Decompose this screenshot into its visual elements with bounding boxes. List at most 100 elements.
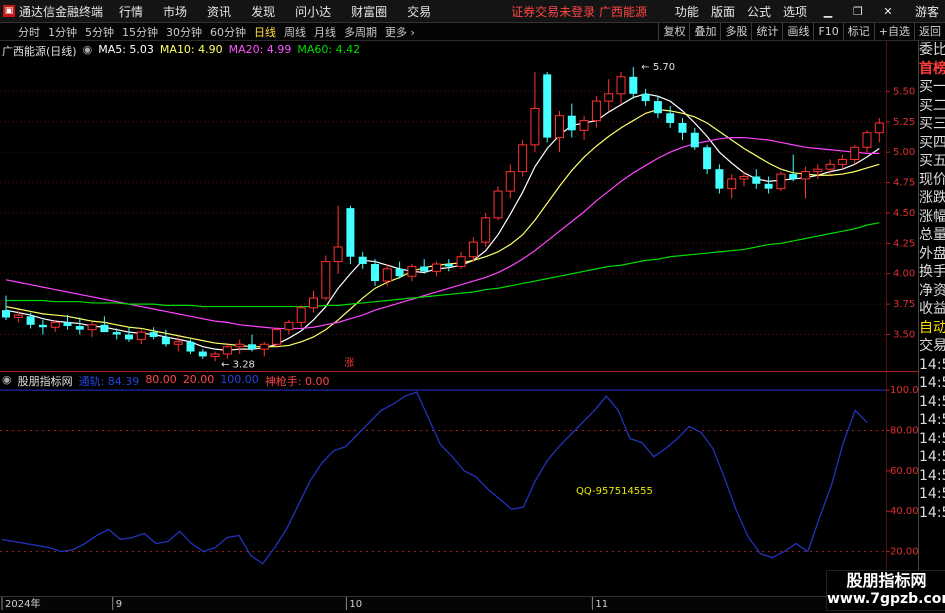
menu-item-3[interactable]: 发现 bbox=[241, 3, 285, 20]
side-panel-item-14[interactable]: 收益 bbox=[919, 300, 945, 319]
site-watermark: 股朋指标网 www.7gpzb.com bbox=[826, 570, 945, 611]
price-axis: 5.50 5.25 5.00 4.75 4.50 4.25 4.00 3.75 3.50 bbox=[885, 41, 918, 371]
candle-body-up bbox=[407, 265, 417, 277]
period-tab-2[interactable]: 5分钟 bbox=[81, 24, 118, 40]
candle-body-down bbox=[38, 324, 47, 328]
period-tab-7[interactable]: 周线 bbox=[280, 24, 310, 40]
side-panel-item-25[interactable]: 14:56 bbox=[919, 504, 945, 523]
menu-item-1[interactable]: 市场 bbox=[153, 3, 197, 20]
candle-body-up bbox=[505, 171, 515, 192]
tool-button-7[interactable]: +自选 bbox=[873, 23, 914, 40]
side-panel-item-5[interactable]: 买四 bbox=[919, 134, 945, 153]
minimize-icon[interactable]: ▁ bbox=[813, 2, 843, 20]
candle-body-down bbox=[26, 316, 35, 325]
candle-body-up bbox=[813, 168, 823, 173]
watermark-line1: 股朋指标网 bbox=[846, 571, 927, 590]
side-panel-item-13[interactable]: 净资 bbox=[919, 282, 945, 301]
menu-options[interactable]: 选项 bbox=[777, 3, 813, 20]
side-panel-item-1[interactable]: 首榜 bbox=[919, 60, 945, 79]
side-panel-item-12[interactable]: 换手 bbox=[919, 263, 945, 282]
indicator-panel[interactable]: ◉ 股朋指标网 通轨: 84.39 80.00 20.00 100.00 神枪手… bbox=[0, 372, 886, 596]
period-tab-1[interactable]: 1分钟 bbox=[44, 24, 81, 40]
side-panel-item-2[interactable]: 买一 bbox=[919, 78, 945, 97]
right-menu: 功能 版面 公式 选项 ▁ ❐ ✕ 游客 bbox=[669, 0, 945, 22]
side-panel-item-17[interactable]: 14:56 bbox=[919, 356, 945, 375]
candle-body-up bbox=[739, 175, 749, 180]
period-tab-3[interactable]: 15分钟 bbox=[118, 24, 162, 40]
tool-button-6[interactable]: 标记 bbox=[842, 23, 874, 40]
menu-formula[interactable]: 公式 bbox=[741, 3, 777, 20]
menu-item-4[interactable]: 问小达 bbox=[285, 3, 341, 20]
tool-button-4[interactable]: 画线 bbox=[782, 23, 813, 40]
indicator-svg[interactable] bbox=[0, 372, 886, 596]
side-panel-item-6[interactable]: 买五 bbox=[919, 152, 945, 171]
indicator-name[interactable]: 股朋指标网 bbox=[18, 373, 73, 389]
side-panel-item-7[interactable]: 现价 bbox=[919, 171, 945, 190]
menu-layout[interactable]: 版面 bbox=[705, 3, 741, 20]
side-panel-item-22[interactable]: 14:56 bbox=[919, 448, 945, 467]
indicator-axis-svg: 100.0 80.00 60.00 40.00 20.00 bbox=[885, 372, 919, 596]
candle-body-up bbox=[173, 341, 183, 345]
tool-button-3[interactable]: 统计 bbox=[751, 23, 782, 40]
login-notice[interactable]: 证券交易未登录 广西能源 bbox=[511, 3, 647, 20]
restore-icon[interactable]: ❐ bbox=[843, 2, 873, 20]
menu-function[interactable]: 功能 bbox=[669, 3, 705, 20]
side-panel-item-8[interactable]: 涨跌 bbox=[919, 189, 945, 208]
period-tab-10[interactable]: 更多 › bbox=[381, 24, 419, 40]
tool-button-2[interactable]: 多股 bbox=[720, 23, 751, 40]
side-panel-item-15[interactable]: 自动 bbox=[919, 319, 945, 338]
tool-button-0[interactable]: 复权 bbox=[658, 23, 689, 40]
kline-svg[interactable]: ← 5.70 ← 3.28 涨 bbox=[0, 41, 886, 371]
side-panel-item-11[interactable]: 外盘 bbox=[919, 245, 945, 264]
side-panel-item-24[interactable]: 14:56 bbox=[919, 485, 945, 504]
settings-icon[interactable]: ◉ bbox=[83, 43, 93, 59]
side-panel-item-10[interactable]: 总量 bbox=[919, 226, 945, 245]
side-panel-item-19[interactable]: 14:56 bbox=[919, 393, 945, 412]
candle-body-up bbox=[321, 261, 331, 299]
date-label: 2024年 bbox=[5, 597, 40, 610]
period-tab-5[interactable]: 60分钟 bbox=[206, 24, 250, 40]
menu-item-0[interactable]: 行情 bbox=[109, 3, 153, 20]
candle-body-up bbox=[456, 256, 466, 267]
period-tab-6[interactable]: 日线 bbox=[250, 24, 280, 40]
candle-body-up bbox=[493, 190, 503, 219]
candle-body-up bbox=[579, 120, 589, 131]
candle-body-up bbox=[727, 178, 737, 190]
candle-body-up bbox=[862, 132, 872, 148]
date-label: 9 bbox=[116, 599, 122, 610]
period-tab-9[interactable]: 多周期 bbox=[340, 24, 381, 40]
tool-button-5[interactable]: F10 bbox=[813, 23, 842, 40]
candle-body-down bbox=[75, 326, 84, 330]
tool-button-8[interactable]: 返回 bbox=[914, 23, 945, 40]
side-panel-item-18[interactable]: 14:56 bbox=[919, 374, 945, 393]
menu-item-2[interactable]: 资讯 bbox=[197, 3, 241, 20]
side-panel-item-23[interactable]: 14:56 bbox=[919, 467, 945, 486]
menu-item-5[interactable]: 财富圈 bbox=[341, 3, 397, 20]
settings-icon[interactable]: ◉ bbox=[2, 373, 12, 389]
side-panel-item-20[interactable]: 14:56 bbox=[919, 411, 945, 430]
side-panel-item-0[interactable]: 委比 bbox=[919, 41, 945, 60]
kline-chart[interactable]: ← 5.70 ← 3.28 涨 广西能源(日线) ◉ MA5: 5.03 MA10:… bbox=[0, 41, 886, 371]
guest-label[interactable]: 游客 bbox=[903, 3, 945, 20]
price-tick-label: 3.75 bbox=[893, 299, 915, 310]
tool-button-1[interactable]: 叠加 bbox=[689, 23, 720, 40]
side-panel-item-9[interactable]: 涨幅 bbox=[919, 208, 945, 227]
candle-body-up bbox=[136, 331, 146, 340]
side-panel-item-3[interactable]: 买二 bbox=[919, 97, 945, 116]
candle-body-down bbox=[63, 322, 72, 327]
period-tab-0[interactable]: 分时 bbox=[4, 24, 44, 40]
indicator-line-value: 通轨: 84.39 bbox=[78, 375, 140, 388]
side-panel-item-4[interactable]: 买三 bbox=[919, 115, 945, 134]
candle-body-down bbox=[629, 76, 638, 94]
indicator-tick-label: 20.00 bbox=[890, 547, 918, 558]
ma60-legend: MA60: 4.42 bbox=[297, 43, 361, 56]
indicator-legend: ◉ 股朋指标网 通轨: 84.39 80.00 20.00 100.00 神枪手… bbox=[2, 373, 330, 389]
candle-body-up bbox=[481, 217, 491, 243]
side-panel-item-21[interactable]: 14:56 bbox=[919, 430, 945, 449]
menu-item-6[interactable]: 交易 bbox=[397, 3, 441, 20]
period-tab-4[interactable]: 30分钟 bbox=[162, 24, 206, 40]
period-tab-8[interactable]: 月线 bbox=[310, 24, 340, 40]
close-icon[interactable]: ✕ bbox=[873, 2, 903, 20]
candle-body-up bbox=[432, 263, 441, 272]
side-panel-item-16[interactable]: 交易 bbox=[919, 337, 945, 356]
